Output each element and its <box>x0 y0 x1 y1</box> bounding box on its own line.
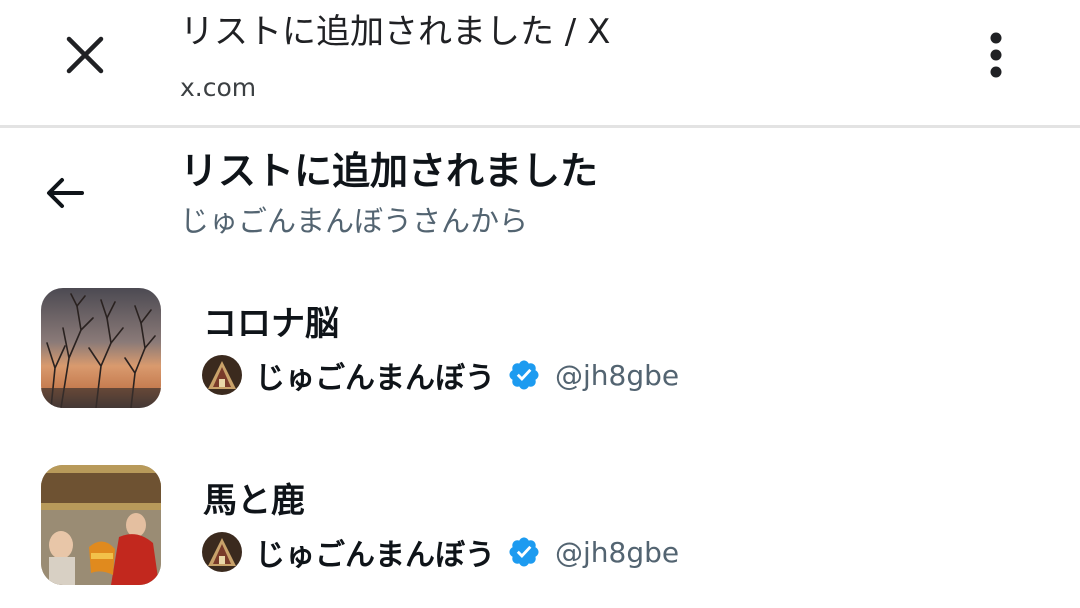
list-item[interactable]: コロナ脳 じゅごんまんぼう @jh8gbe <box>0 270 1080 430</box>
list-name: コロナ脳 <box>203 304 339 344</box>
owner-handle: @jh8gbe <box>555 535 680 569</box>
page-title: リストに追加されました <box>180 149 599 193</box>
owner-name: じゅごんまんぼう <box>255 361 495 396</box>
page-subtitle: じゅごんまんぼうさんから <box>180 204 529 238</box>
more-options-button[interactable] <box>966 25 1026 85</box>
close-button[interactable] <box>55 25 115 85</box>
list-owner: じゅごんまんぼう @jh8gbe <box>202 531 679 573</box>
owner-handle: @jh8gbe <box>555 358 680 392</box>
list-thumbnail <box>41 465 161 585</box>
browser-toolbar: リストに追加されました / X x.com <box>0 0 1080 128</box>
list-thumbnail <box>41 288 161 408</box>
avatar <box>202 532 242 572</box>
list-owner: じゅごんまんぼう @jh8gbe <box>202 354 679 396</box>
more-vertical-icon <box>990 32 1002 78</box>
tab-url[interactable]: x.com <box>180 72 256 104</box>
verified-badge-icon <box>509 537 539 567</box>
tab-title: リストに追加されました / X <box>180 12 611 52</box>
list-item[interactable]: 馬と鹿 じゅごんまんぼう @jh8gbe <box>0 447 1080 607</box>
list-name: 馬と鹿 <box>203 481 305 521</box>
verified-badge-icon <box>509 360 539 390</box>
back-button[interactable] <box>35 163 95 223</box>
avatar <box>202 355 242 395</box>
arrow-left-icon <box>47 178 84 208</box>
owner-name: じゅごんまんぼう <box>255 538 495 573</box>
close-icon <box>66 36 104 74</box>
